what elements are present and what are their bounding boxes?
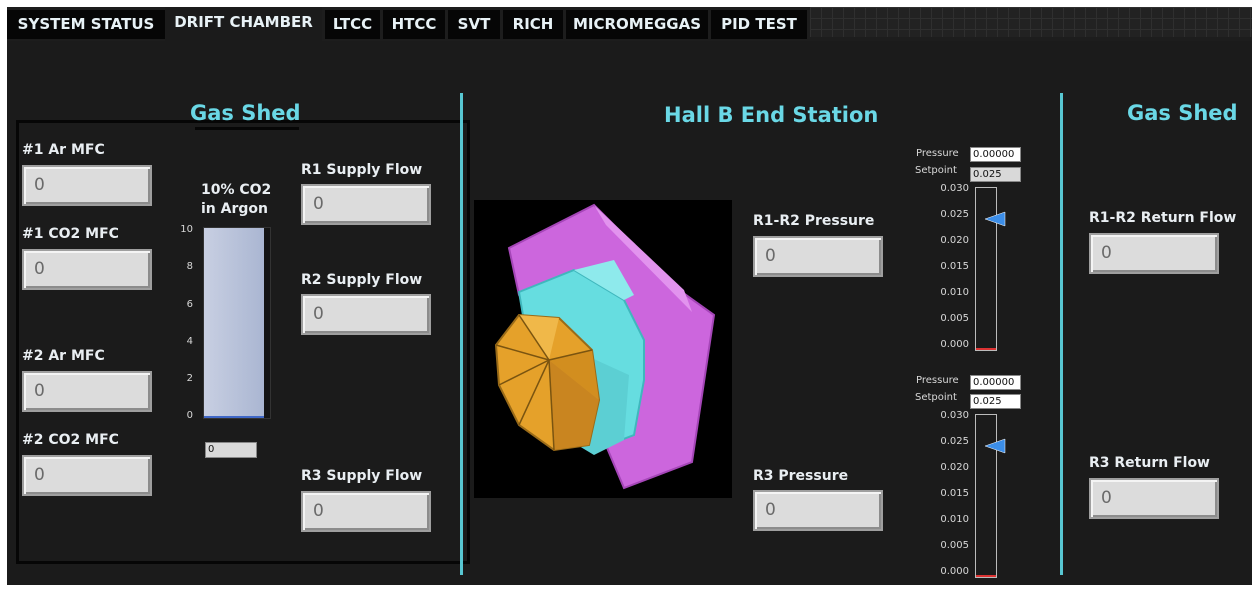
r1-supply-label: R1 Supply Flow [301,162,423,178]
gauge2-setpoint-value[interactable]: 0.025 [970,394,1021,409]
ar-mfc-1-field: 0 [22,165,152,206]
ar-mfc-2-field: 0 [22,371,152,412]
gauge2-tick-0.020: 0.020 [940,462,969,473]
co2-mfc-2-field: 0 [22,455,152,496]
gauge1-tick-0.015: 0.015 [940,261,969,272]
tab-micromeggas[interactable]: MICROMEGGAS [566,10,708,39]
tank-tick-0: 0 [186,410,193,421]
r1r2-pressure-label: R1-R2 Pressure [753,213,875,229]
tank-tick-2: 2 [186,373,193,384]
tab-bar: SYSTEM STATUS DRIFT CHAMBER LTCC HTCC SV… [7,7,1252,41]
co2-mfc-2-value: 0 [34,465,45,485]
co2-mfc-1-field: 0 [22,249,152,290]
r3-supply-value: 0 [313,501,324,521]
gauge1-level-fill [976,348,996,350]
r3-pressure-label: R3 Pressure [753,468,849,484]
tank-gauge [203,227,271,419]
r1r2-pressure-value: 0 [765,246,776,266]
gauge2-tick-0.015: 0.015 [940,488,969,499]
r1r2-return-field: 0 [1089,233,1219,274]
main-window: SYSTEM STATUS DRIFT CHAMBER LTCC HTCC SV… [7,7,1252,585]
tank-tick-10: 10 [180,224,193,235]
gauge2-tick-0.025: 0.025 [940,436,969,447]
tank-label-line1: 10% CO2 [201,182,272,198]
tank-label-line2: in Argon [201,201,268,217]
gauge1-tick-0.005: 0.005 [940,313,969,324]
gauge1-tick-0.010: 0.010 [940,287,969,298]
r1-supply-field: 0 [301,184,431,225]
r1r2-return-value: 0 [1101,243,1112,263]
tank-readout: 0 [205,442,257,458]
gauge2-tick-0.005: 0.005 [940,540,969,551]
tank-tick-8: 8 [186,261,193,272]
gauge1-setpoint-label: Setpoint [915,165,957,176]
r2-supply-label: R2 Supply Flow [301,272,423,288]
drift-chamber-detector-image [494,203,716,490]
ar-mfc-1-value: 0 [34,175,45,195]
gauge2-level-fill [976,575,996,577]
divider-left [460,93,463,575]
r3-pressure-field: 0 [753,490,883,531]
gauge2-setpoint-label: Setpoint [915,392,957,403]
ar-mfc-2-label: #2 Ar MFC [22,348,105,364]
co2-mfc-2-label: #2 CO2 MFC [22,432,119,448]
tab-pid-test[interactable]: PID TEST [711,10,807,39]
r3-supply-field: 0 [301,491,431,532]
gauge1-setpoint-marker[interactable] [985,211,1007,227]
detector-view [474,200,732,498]
r2-supply-field: 0 [301,294,431,335]
gauge1-tick-0.025: 0.025 [940,209,969,220]
r3-pressure-value: 0 [765,500,776,520]
divider-right [1060,93,1063,575]
ar-mfc-2-value: 0 [34,381,45,401]
r2-supply-value: 0 [313,304,324,324]
r1r2-pressure-field: 0 [753,236,883,277]
gauge1-tick-0.030: 0.030 [940,183,969,194]
gauge2-tick-0.010: 0.010 [940,514,969,525]
gauge2-pressure-label: Pressure [916,375,959,386]
tab-htcc[interactable]: HTCC [383,10,445,39]
ar-mfc-1-label: #1 Ar MFC [22,142,105,158]
r3-return-value: 0 [1101,488,1112,508]
title-underline [195,127,299,130]
co2-mfc-1-value: 0 [34,259,45,279]
gauge2-tick-0.030: 0.030 [940,410,969,421]
r1r2-return-label: R1-R2 Return Flow [1089,210,1237,226]
gauge2-tick-0.000: 0.000 [940,566,969,577]
gauge1-pressure-label: Pressure [916,148,959,159]
co2-mfc-1-label: #1 CO2 MFC [22,226,119,242]
tab-drift-chamber[interactable]: DRIFT CHAMBER [165,7,322,41]
gauge1-setpoint-value[interactable]: 0.025 [970,167,1021,182]
r3-supply-label: R3 Supply Flow [301,468,423,484]
gauge2-setpoint-marker[interactable] [985,438,1007,454]
tab-ltcc[interactable]: LTCC [325,10,380,39]
r1-supply-value: 0 [313,194,324,214]
gauge1-pressure-value: 0.00000 [970,147,1021,162]
center-panel-title: Hall B End Station [664,103,879,127]
right-panel-title: Gas Shed [1127,101,1238,125]
tab-svt[interactable]: SVT [448,10,500,39]
tank-level-fill [204,228,264,418]
tab-system-status[interactable]: SYSTEM STATUS [7,10,165,39]
gauge1-tick-0.020: 0.020 [940,235,969,246]
gauge1-tick-0.000: 0.000 [940,339,969,350]
tank-tick-6: 6 [186,299,193,310]
tank-tick-4: 4 [186,336,193,347]
r3-return-label: R3 Return Flow [1089,455,1210,471]
left-panel-title: Gas Shed [190,101,301,125]
gauge2-pressure-value: 0.00000 [970,375,1021,390]
r3-return-field: 0 [1089,478,1219,519]
tab-bar-empty-area [810,7,1252,37]
tab-rich[interactable]: RICH [503,10,563,39]
